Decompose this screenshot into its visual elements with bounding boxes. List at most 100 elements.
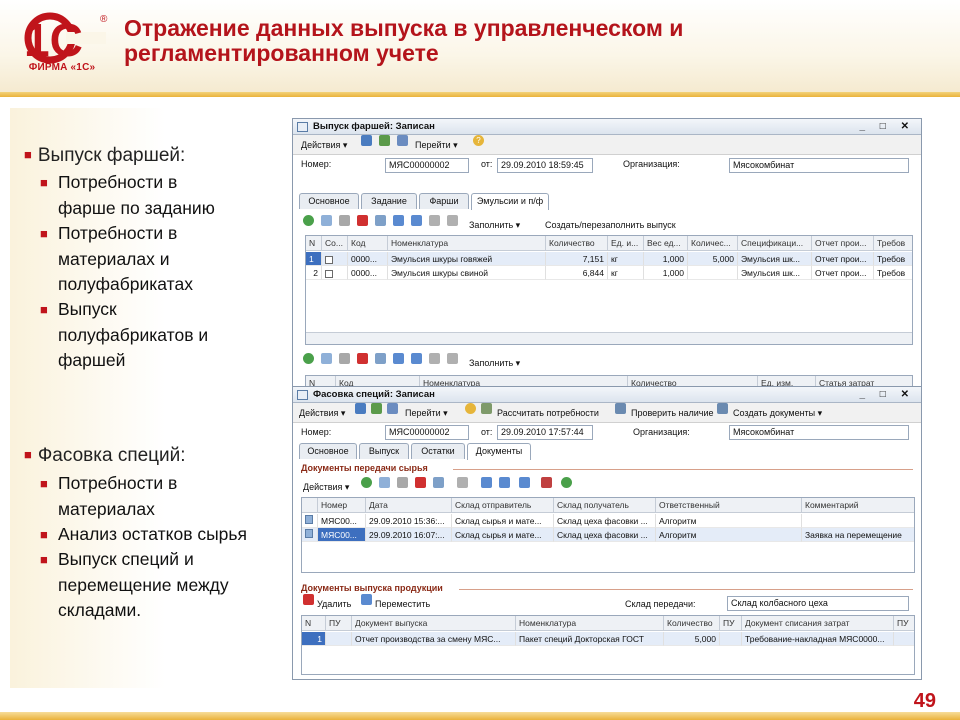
table-cell[interactable]: Пакет специй Докторская ГОСТ [516,632,664,646]
table-cell[interactable]: Склад цеха фасовки ... [554,528,656,542]
number-field[interactable]: МЯС00000002 [385,425,469,440]
table-cell[interactable] [688,266,738,280]
column-header[interactable]: ПУ [720,616,742,631]
calc-needs-button[interactable]: Рассчитать потребности [497,403,599,423]
print-icon[interactable] [397,135,408,146]
refresh-icon[interactable] [561,477,572,488]
table-cell[interactable]: кг [608,252,644,266]
date-field[interactable]: 29.09.2010 18:59:45 [497,158,593,173]
actions-menu[interactable]: Действия ▾ [299,403,345,423]
delete-icon[interactable] [357,215,368,226]
table-cell[interactable] [802,514,914,528]
help-icon[interactable]: ? [473,135,484,146]
table-cell[interactable]: Эмульсия шк... [738,266,812,280]
tab-emulsii[interactable]: Эмульсии и п/ф [471,193,549,210]
column-header[interactable]: Ед. и... [608,236,644,251]
goto-menu[interactable]: Перейти ▾ [405,403,448,423]
table-cell[interactable]: Эмульсия шкуры свиной [388,266,546,280]
org-field[interactable]: Мясокомбинат [729,425,909,440]
column-header[interactable]: Ответственный [656,498,802,513]
column-header[interactable]: Документ списания затрат [742,616,894,631]
column-header[interactable]: ПУ [326,616,352,631]
end-edit-icon[interactable] [375,215,386,226]
move-icon[interactable] [361,594,372,605]
table-cell[interactable]: 0000... [348,266,388,280]
delete-icon[interactable] [303,594,314,605]
clear-filter-icon[interactable] [541,477,552,488]
column-header[interactable]: Номенклатура [388,236,546,251]
table-cell[interactable]: 1 [306,252,322,266]
table-cell[interactable]: 1 [302,632,326,646]
table-cell[interactable] [720,632,742,646]
print-icon[interactable] [387,403,398,414]
column-header[interactable]: ПУ [894,616,914,631]
tab-dokumenty[interactable]: Документы [467,443,531,460]
column-header[interactable] [302,498,318,513]
move-down-icon[interactable] [411,215,422,226]
table-cell[interactable]: 0000... [348,252,388,266]
table-cell[interactable]: Эмульсия шкуры говяжей [388,252,546,266]
column-header[interactable]: Номер [318,498,366,513]
sort-desc-icon[interactable] [447,353,458,364]
table-cell[interactable]: 1,000 [644,266,688,280]
table-cell[interactable]: Требов [874,252,912,266]
warehouse-field[interactable]: Склад колбасного цеха [727,596,909,611]
table-cell[interactable] [326,632,352,646]
table-cell[interactable]: Склад сырья и мате... [452,514,554,528]
table-cell[interactable]: 5,000 [664,632,720,646]
edit-icon[interactable] [339,353,350,364]
column-header[interactable]: Код [348,236,388,251]
add-row-icon[interactable] [303,215,314,226]
table-cell[interactable]: 7,151 [546,252,608,266]
link-icon[interactable] [457,477,468,488]
column-header[interactable]: Спецификаци... [738,236,812,251]
column-header[interactable]: Количество [664,616,720,631]
fill-menu[interactable]: Заполнить ▾ [469,353,520,373]
post-icon[interactable] [433,477,444,488]
move-button[interactable]: Переместить [375,594,430,614]
doc-icon-cell[interactable] [302,528,318,542]
table-cell[interactable]: 5,000 [688,252,738,266]
check-stock-button[interactable]: Проверить наличие [631,403,714,423]
copy-icon[interactable] [321,215,332,226]
doc-icon-cell[interactable] [302,514,318,528]
table-cell[interactable]: Заявка на перемещение [802,528,914,542]
table-cell[interactable]: 29.09.2010 16:07:... [366,528,452,542]
delete-icon[interactable] [415,477,426,488]
column-header[interactable]: Документ выпуска [352,616,516,631]
column-header[interactable]: Количество [546,236,608,251]
column-header[interactable]: N [306,236,322,251]
table-cell[interactable] [322,252,348,266]
column-header[interactable]: Комментарий [802,498,914,513]
save-icon[interactable] [379,135,390,146]
table-cell[interactable]: Отчет прои... [812,252,874,266]
column-header[interactable]: Со... [322,236,348,251]
table-cell[interactable]: Отчет производства за смену МЯС... [352,632,516,646]
org-field[interactable]: Мясокомбинат [729,158,909,173]
table-cell[interactable]: Склад цеха фасовки ... [554,514,656,528]
move-up-icon[interactable] [393,353,404,364]
column-header[interactable]: Вес ед... [644,236,688,251]
table-cell[interactable]: МЯС00... [318,528,366,542]
actions-menu[interactable]: Действия ▾ [301,135,347,155]
save-icon[interactable] [371,403,382,414]
tab-osnovnoe[interactable]: Основное [299,443,357,459]
table-cell[interactable] [894,632,914,646]
date-field[interactable]: 29.09.2010 17:57:44 [497,425,593,440]
table-cell[interactable]: 2 [306,266,322,280]
filter-list-icon[interactable] [499,477,510,488]
delete-icon[interactable] [357,353,368,364]
create-docs-menu[interactable]: Создать документы ▾ [733,403,822,423]
calc-icon[interactable] [481,403,492,414]
table-cell[interactable] [322,266,348,280]
tab-ostatki[interactable]: Остатки [411,443,465,459]
table-cell[interactable]: Алгоритм [656,514,802,528]
tab-osnovnoe[interactable]: Основное [299,193,359,209]
table-cell[interactable]: 1,000 [644,252,688,266]
checkbox[interactable] [325,269,333,278]
table-cell[interactable]: кг [608,266,644,280]
edit-icon[interactable] [339,215,350,226]
window-titlebar[interactable]: Фасовка специй: Записан _ □ ✕ [293,387,921,403]
window-controls[interactable]: _ □ ✕ [859,387,915,403]
tab-vypusk[interactable]: Выпуск [359,443,409,459]
